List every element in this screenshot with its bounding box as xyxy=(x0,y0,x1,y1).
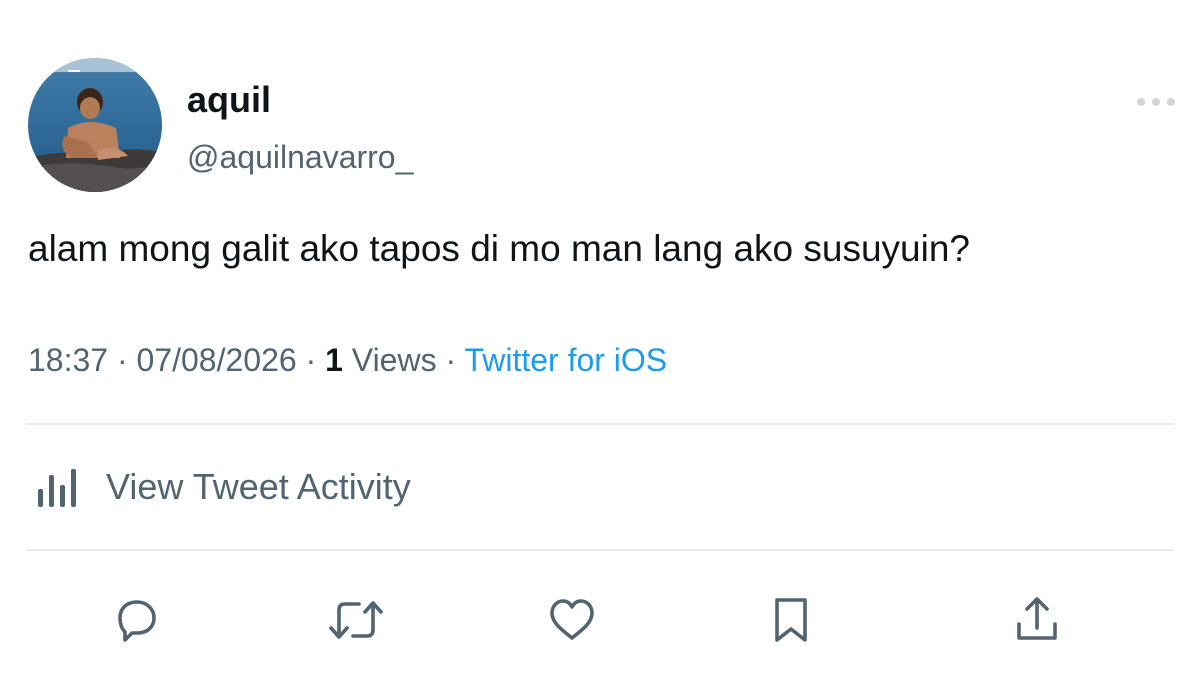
tweet-source-link[interactable]: Twitter for iOS xyxy=(464,342,667,378)
meta-separator: · xyxy=(108,342,137,378)
share-icon xyxy=(1017,597,1057,640)
tweet-date[interactable]: 07/08/2026 xyxy=(137,342,297,378)
avatar-photo xyxy=(28,58,162,192)
like-button[interactable] xyxy=(537,585,607,655)
reply-icon xyxy=(118,600,156,642)
meta-separator: · xyxy=(296,342,326,378)
views-label: Views xyxy=(342,342,437,378)
tweet-text: alam mong galit ako tapos di mo man lang… xyxy=(28,228,970,269)
more-options-button[interactable] xyxy=(1128,86,1184,118)
tweet-time[interactable]: 18:37 xyxy=(28,342,108,378)
tweet-card: aquil @aquilnavarro_ alam mong galit ako… xyxy=(0,0,1200,675)
bar-chart-icon xyxy=(28,462,88,512)
divider xyxy=(26,423,1174,425)
tweet-actions-bar xyxy=(0,585,1200,655)
avatar[interactable] xyxy=(28,58,162,192)
view-tweet-activity-label: View Tweet Activity xyxy=(106,466,411,507)
bookmark-button[interactable] xyxy=(756,585,826,655)
view-tweet-activity-button[interactable]: View Tweet Activity xyxy=(28,450,628,524)
share-button[interactable] xyxy=(1002,585,1072,655)
views-count: 1 xyxy=(325,342,343,378)
retweet-icon xyxy=(329,601,383,639)
tweet-meta: 18:37 · 07/08/2026 · 1 Views · Twitter f… xyxy=(28,340,667,380)
bookmark-icon xyxy=(775,598,807,642)
like-icon xyxy=(550,599,594,640)
meta-separator: · xyxy=(436,342,465,378)
reply-button[interactable] xyxy=(101,585,171,655)
display-name[interactable]: aquil xyxy=(187,80,271,120)
retweet-button[interactable] xyxy=(321,585,391,655)
more-dots-icon xyxy=(1137,98,1175,106)
user-handle[interactable]: @aquilnavarro_ xyxy=(187,138,413,176)
divider xyxy=(26,549,1174,551)
